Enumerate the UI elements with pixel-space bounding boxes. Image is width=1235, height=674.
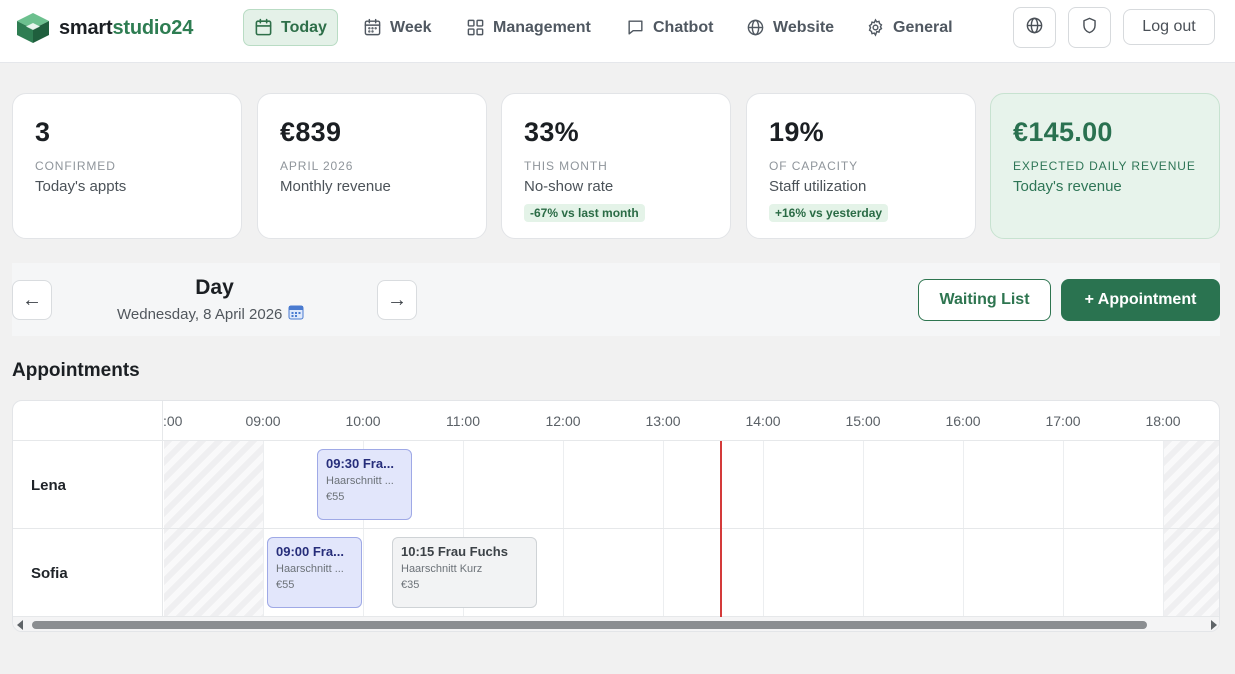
stat-caption: THIS MONTH xyxy=(524,159,608,173)
nav-today-label: Today xyxy=(281,18,327,36)
trend-badge: -67% vs last month xyxy=(524,204,645,222)
staff-row-sofia xyxy=(13,529,1219,617)
staff-column: Lena Sofia xyxy=(13,401,163,617)
hour-label: 14:00 xyxy=(745,413,781,429)
stat-value: 19% xyxy=(769,117,824,147)
appointment-card[interactable]: 10:15 Frau Fuchs Haarschnitt Kurz €35 xyxy=(392,537,537,608)
stat-card-confirmed: 3 CONFIRMED Today's appts xyxy=(12,93,242,239)
add-appointment-button[interactable]: + Appointment xyxy=(1061,279,1220,321)
language-button[interactable] xyxy=(1013,7,1056,48)
stat-card-staff-utilization: 19% OF CAPACITY Staff utilization +16% v… xyxy=(746,93,976,239)
stat-value: €145.00 xyxy=(1013,117,1113,147)
staff-name: Lena xyxy=(31,477,67,494)
hour-label: 15:00 xyxy=(845,413,881,429)
stat-caption: APRIL 2026 xyxy=(280,159,354,173)
hour-label: 16:00 xyxy=(945,413,981,429)
hour-label: 12:00 xyxy=(545,413,581,429)
cube-logo-icon xyxy=(16,12,50,44)
nav-chatbot-label: Chatbot xyxy=(653,18,714,36)
stat-card-daily-revenue: €145.00 EXPECTED DAILY REVENUE Today's r… xyxy=(990,93,1220,239)
stat-value: 33% xyxy=(524,117,579,147)
hour-label: 17:00 xyxy=(1045,413,1081,429)
nav-website-label: Website xyxy=(773,18,835,36)
appointment-price: €35 xyxy=(401,579,420,591)
gear-icon xyxy=(866,18,893,37)
next-day-button[interactable]: → xyxy=(377,280,417,320)
current-date-label: Wednesday, 8 April 2026 xyxy=(117,305,283,323)
logout-button[interactable]: Log out xyxy=(1123,9,1215,45)
hour-label: 09:00 xyxy=(245,413,281,429)
scrollbar-thumb[interactable] xyxy=(32,621,1147,629)
hour-label: 18:00 xyxy=(1145,413,1181,429)
current-date[interactable]: Wednesday, 8 April 2026 xyxy=(117,304,317,324)
appointment-title: 09:00 Fra... xyxy=(276,544,344,559)
stat-card-no-show-rate: 33% THIS MONTH No-show rate -67% vs last… xyxy=(501,93,731,239)
hour-label: :00 xyxy=(163,413,183,429)
appointments-timeline: :00 09:00 10:00 11:00 12:00 13:00 14:00 … xyxy=(12,400,1220,632)
staff-row-lena xyxy=(13,441,1219,529)
appointment-service: Haarschnitt Kurz xyxy=(401,563,483,575)
stat-value: €839 xyxy=(280,117,342,147)
calendar-icon xyxy=(254,18,281,37)
chat-bubble-icon xyxy=(626,18,653,37)
appointment-card[interactable]: 09:30 Fra... Haarschnitt ... €55 xyxy=(317,449,412,520)
stat-subtitle: Today's revenue xyxy=(1013,178,1122,195)
hour-label: 10:00 xyxy=(345,413,381,429)
nav-management-label: Management xyxy=(493,18,591,36)
appointment-title: 09:30 Fra... xyxy=(326,456,394,471)
appointment-price: €55 xyxy=(276,579,295,591)
scroll-left-arrow-icon[interactable] xyxy=(17,620,23,630)
nav-general[interactable]: General xyxy=(856,9,963,46)
nav-general-label: General xyxy=(893,18,953,36)
appointment-title: 10:15 Frau Fuchs xyxy=(401,544,508,559)
calendar-grid-icon xyxy=(363,18,390,37)
appointment-service: Haarschnitt ... xyxy=(326,475,394,487)
globe-icon xyxy=(1025,16,1044,40)
day-toolbar: ← Day Wednesday, 8 April 2026 → Waiting … xyxy=(12,263,1220,336)
stat-subtitle: No-show rate xyxy=(524,178,614,195)
appointment-service: Haarschnitt ... xyxy=(276,563,344,575)
nav-week[interactable]: Week xyxy=(353,9,442,46)
timeline-header: :00 09:00 10:00 11:00 12:00 13:00 14:00 … xyxy=(13,401,1219,441)
stat-subtitle: Today's appts xyxy=(35,178,127,195)
top-navigation-bar: smartstudio24 Today Week Management Chat… xyxy=(0,0,1235,63)
hour-label: 11:00 xyxy=(446,413,480,429)
waiting-list-button[interactable]: Waiting List xyxy=(918,279,1051,321)
stat-subtitle: Staff utilization xyxy=(769,178,867,195)
stat-caption: OF CAPACITY xyxy=(769,159,859,173)
stat-subtitle: Monthly revenue xyxy=(280,178,391,195)
previous-day-button[interactable]: ← xyxy=(12,280,52,320)
horizontal-scrollbar[interactable] xyxy=(13,617,1219,631)
nav-website[interactable]: Website xyxy=(736,9,844,46)
hour-label: 13:00 xyxy=(645,413,681,429)
privacy-button[interactable] xyxy=(1068,7,1111,48)
scroll-right-arrow-icon[interactable] xyxy=(1211,620,1217,630)
grid-icon xyxy=(466,18,493,37)
globe-icon xyxy=(746,18,773,37)
stat-caption: CONFIRMED xyxy=(35,159,116,173)
stat-caption: EXPECTED DAILY REVENUE xyxy=(1013,159,1196,173)
stat-card-monthly-revenue: €839 APRIL 2026 Monthly revenue xyxy=(257,93,487,239)
calendar-picker-icon[interactable] xyxy=(282,304,304,324)
nav-today[interactable]: Today xyxy=(243,9,338,46)
shield-icon xyxy=(1080,16,1099,40)
staff-name: Sofia xyxy=(31,565,68,582)
stat-value: 3 xyxy=(35,117,51,147)
current-time-indicator xyxy=(720,441,722,617)
trend-badge: +16% vs yesterday xyxy=(769,204,889,222)
nav-chatbot[interactable]: Chatbot xyxy=(616,9,723,46)
appointments-heading: Appointments xyxy=(12,360,140,381)
nav-management[interactable]: Management xyxy=(456,9,601,46)
appointment-card[interactable]: 09:00 Fra... Haarschnitt ... €55 xyxy=(267,537,362,608)
nav-week-label: Week xyxy=(390,18,432,36)
appointment-price: €55 xyxy=(326,491,345,503)
day-view-title: Day xyxy=(195,276,234,299)
brand[interactable]: smartstudio24 xyxy=(16,12,193,44)
brand-name: smartstudio24 xyxy=(59,16,194,39)
